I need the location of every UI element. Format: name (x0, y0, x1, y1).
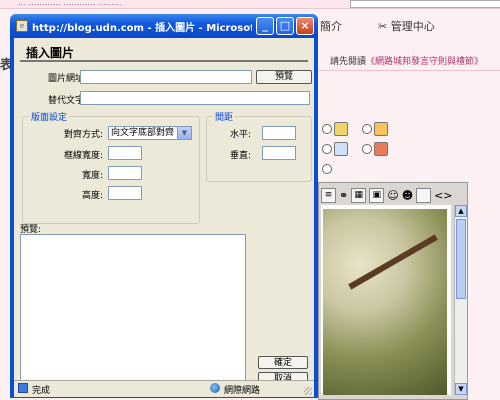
editor-toolbar: ≡ ⚭ ▦ ▣ ☺ ☻ <> (321, 187, 465, 203)
globe-icon (210, 383, 220, 393)
nav-intro[interactable]: 簡介 (320, 18, 342, 34)
dialog-client: 插入圖片 圖片網址: 預覽 替代文字: 版面設定 對齊方式: 向文字底部對齊 ▼… (14, 38, 314, 390)
align-icon[interactable]: ≡ (321, 187, 336, 203)
layout-settings-title: 版面設定 (29, 110, 70, 123)
maximize-button[interactable]: □ (276, 17, 294, 35)
align-select-value: 向文字底部對齊 (111, 128, 175, 138)
width-input[interactable] (108, 166, 142, 180)
spacing-title: 間距 (213, 110, 236, 123)
resize-grip-icon[interactable] (304, 387, 312, 395)
zone-text: 網際網路 (224, 386, 261, 396)
emoticon-row-2 (322, 142, 402, 156)
emoticon-icon (374, 142, 388, 156)
horizontal-spacing-input[interactable] (262, 126, 296, 140)
rich-text-editor: ≡ ⚭ ▦ ▣ ☺ ☻ <> ▲ ▼ (318, 182, 468, 400)
insert-image-window: e http://blog.udn.com - 插入圖片 - Microsoft… (10, 14, 318, 398)
image-url-input[interactable] (80, 70, 252, 84)
alt-text-input[interactable] (80, 91, 310, 105)
emoticon-radio[interactable] (362, 124, 372, 134)
status-text: 完成 (32, 386, 51, 396)
close-button[interactable]: × (296, 17, 314, 35)
emoticon-radio[interactable] (362, 144, 372, 154)
ok-button[interactable]: 確定 (258, 356, 308, 369)
editor-content[interactable] (321, 205, 451, 395)
background-top-text: … ………… ………… ……… (18, 0, 122, 7)
ie-icon: e (16, 20, 28, 32)
border-width-input[interactable] (108, 146, 142, 160)
height-label: 高度: (82, 191, 104, 201)
emoticon-radio[interactable] (322, 144, 332, 154)
emoticon-radio[interactable] (322, 124, 332, 134)
spacing-group: 間距 (206, 110, 312, 182)
height-input[interactable] (108, 186, 142, 200)
status-bar: 完成 網際網路 (14, 380, 314, 397)
page-done-icon (18, 383, 28, 393)
emoticon-icon (374, 122, 388, 136)
align-label: 對齊方式: (64, 130, 104, 140)
background-nav: 簡介 ✂ 管理中心 (318, 12, 500, 40)
emoticon-radio[interactable] (322, 164, 332, 174)
inserted-photo (323, 209, 447, 395)
emoticon-row-1 (322, 122, 402, 136)
image-preview-area (20, 234, 246, 390)
background-search-box[interactable] (350, 0, 500, 8)
window-title: http://blog.udn.com - 插入圖片 - Microsoft I… (32, 23, 252, 34)
background-notice: 請先閱讀《網路城邦發言守則與禮節》 (330, 54, 483, 67)
preview-browse-button[interactable]: 預覽 (256, 70, 312, 84)
scroll-thumb[interactable] (456, 219, 466, 299)
scroll-down-arrow-icon[interactable]: ▼ (455, 383, 467, 395)
notice-link[interactable]: 《網路城邦發言守則與禮節》 (366, 57, 483, 67)
background-divider (318, 70, 500, 71)
table-icon[interactable]: ▦ (351, 187, 367, 203)
nav-manage[interactable]: ✂ 管理中心 (378, 18, 435, 34)
vertical-spacing-label: 垂直: (230, 151, 252, 161)
emoticon-toolbar-icon[interactable]: ☺ (387, 189, 398, 202)
image-icon[interactable]: ▣ (369, 187, 385, 203)
border-width-label: 框線寬度: (64, 151, 104, 161)
dialog-heading-text: 插入圖片 (26, 46, 75, 60)
scroll-up-arrow-icon[interactable]: ▲ (455, 205, 467, 217)
dropdown-arrow-icon[interactable]: ▼ (177, 127, 191, 139)
box-icon[interactable] (416, 187, 432, 203)
source-code-icon[interactable]: <> (434, 189, 452, 202)
notice-prefix: 請先閱讀 (330, 57, 367, 67)
editor-scrollbar[interactable]: ▲ ▼ (454, 205, 467, 395)
align-select[interactable]: 向文字底部對齊 ▼ (108, 126, 192, 140)
nav-manage-label: 管理中心 (390, 20, 435, 33)
tools-icon: ✂ (378, 20, 388, 33)
window-titlebar[interactable]: e http://blog.udn.com - 插入圖片 - Microsoft… (10, 14, 318, 38)
smiley-icon[interactable]: ☻ (402, 189, 413, 202)
vertical-spacing-input[interactable] (262, 146, 296, 160)
link-icon[interactable]: ⚭ (339, 189, 348, 202)
emoticon-row-3 (322, 162, 332, 175)
horizontal-spacing-label: 水平: (230, 130, 252, 140)
emoticon-icon (334, 142, 348, 156)
emoticon-icon (334, 122, 348, 136)
width-label: 寬度: (82, 171, 104, 181)
dialog-heading: 插入圖片 (20, 42, 308, 62)
minimize-button[interactable]: _ (256, 17, 274, 35)
